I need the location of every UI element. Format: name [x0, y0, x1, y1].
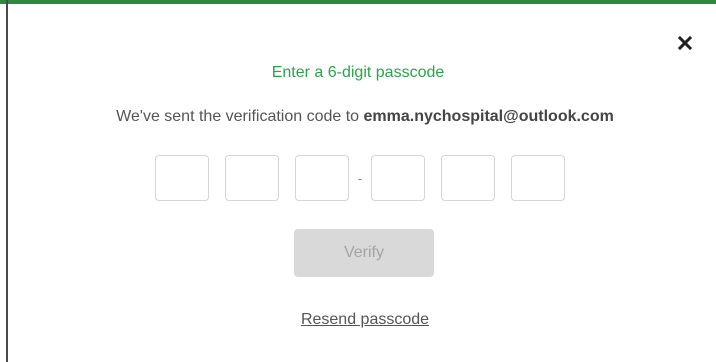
verify-button[interactable]: Verify	[294, 229, 434, 277]
close-icon[interactable]	[676, 34, 694, 52]
passcode-digit-1[interactable]	[155, 155, 209, 201]
verification-message-text: We've sent the verification code to	[116, 108, 364, 125]
resend-passcode-link[interactable]: Resend passcode	[0, 311, 716, 329]
email-address: emma.nychospital@outlook.com	[363, 108, 614, 125]
passcode-dialog: Enter a 6-digit passcode We've sent the …	[0, 0, 716, 362]
dialog-title: Enter a 6-digit passcode	[271, 64, 445, 81]
passcode-separator: -	[357, 170, 363, 186]
left-border	[6, 0, 8, 362]
passcode-digit-4[interactable]	[371, 155, 425, 201]
passcode-digit-6[interactable]	[511, 155, 565, 201]
passcode-digit-5[interactable]	[441, 155, 495, 201]
passcode-inputs: -	[155, 154, 565, 202]
passcode-digit-3[interactable]	[295, 155, 349, 201]
top-border	[0, 0, 716, 4]
passcode-digit-2[interactable]	[225, 155, 279, 201]
verification-message: We've sent the verification code to emma…	[0, 108, 716, 126]
